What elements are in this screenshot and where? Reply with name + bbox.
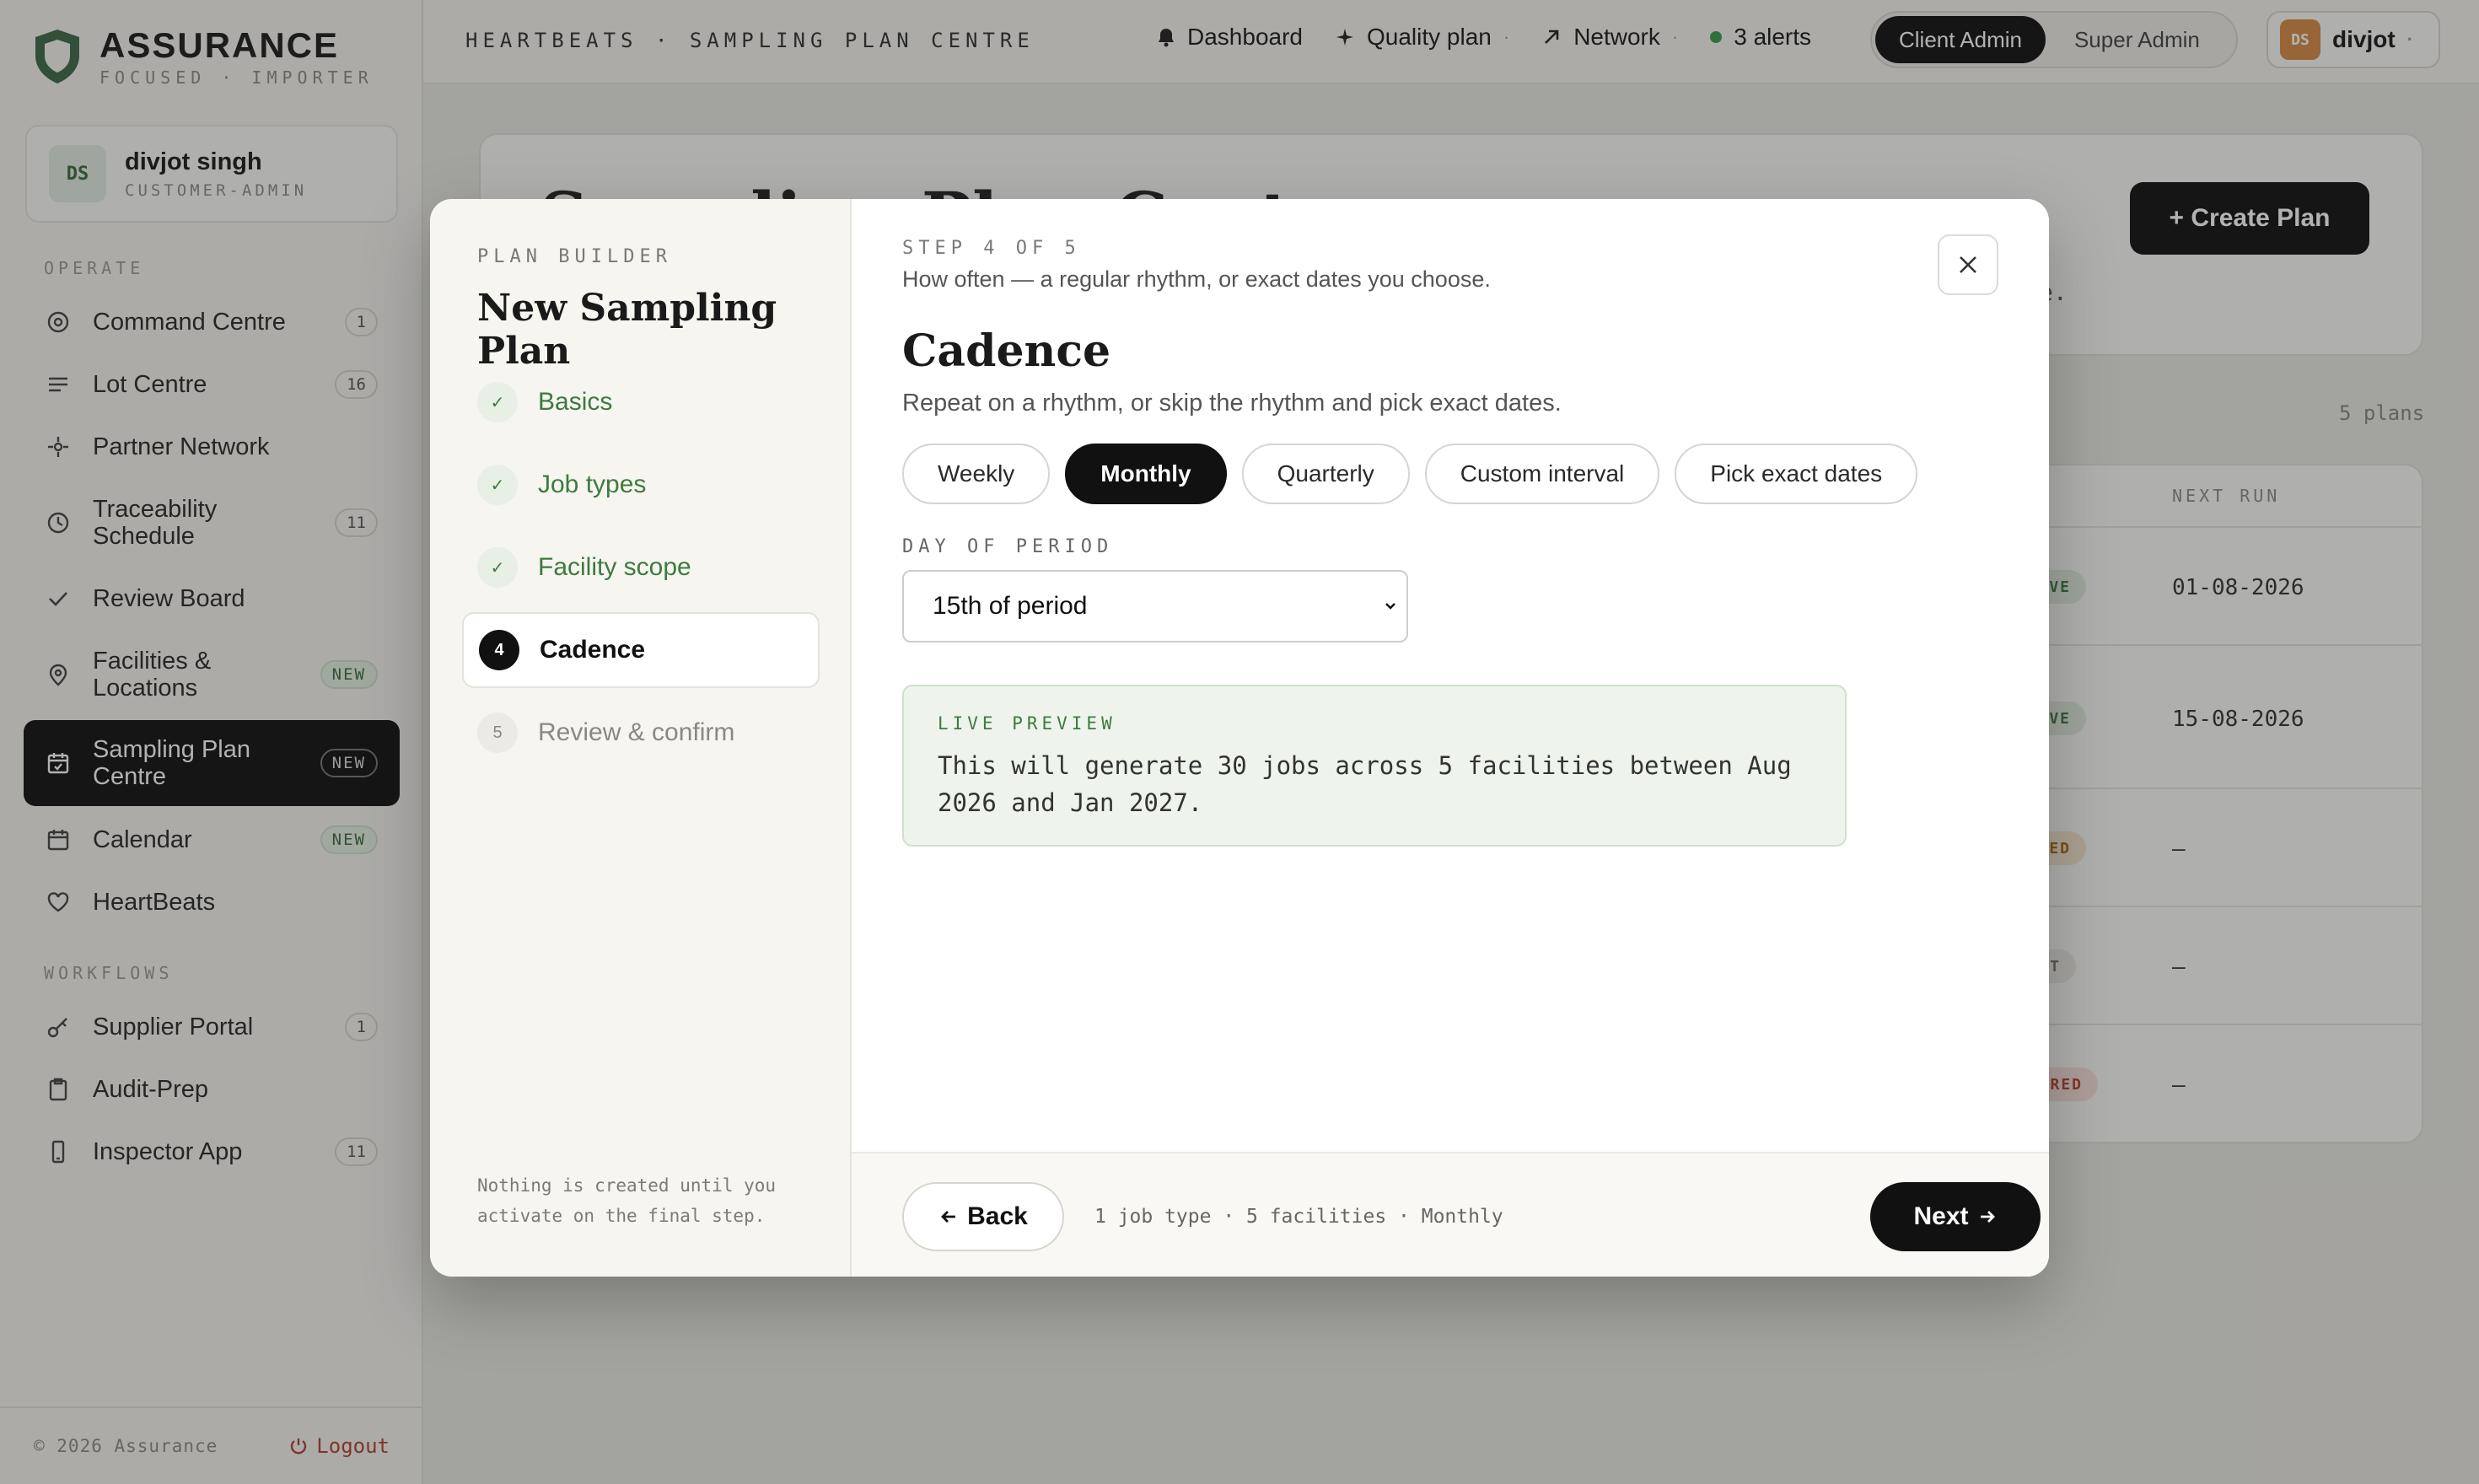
step-facility-scope[interactable]: ✓ Facility scope bbox=[462, 530, 820, 605]
plan-summary: 1 job type · 5 facilities · Monthly bbox=[1094, 1206, 1503, 1228]
arrow-right-icon bbox=[1980, 1211, 1995, 1223]
next-label: Next bbox=[1913, 1202, 1969, 1230]
option-monthly[interactable]: Monthly bbox=[1065, 444, 1227, 504]
next-button[interactable]: Next bbox=[1870, 1182, 2041, 1251]
step-cadence[interactable]: 4 Cadence bbox=[462, 612, 820, 688]
day-of-period-label: DAY OF PERIOD bbox=[902, 536, 1114, 557]
step-job-types[interactable]: ✓ Job types bbox=[462, 447, 820, 523]
step-check-icon: ✓ bbox=[477, 382, 518, 422]
section-description: Repeat on a rhythm, or skip the rhythm a… bbox=[902, 390, 1562, 417]
close-button[interactable] bbox=[1938, 234, 1998, 295]
activation-note: Nothing is created until you activate on… bbox=[477, 1175, 777, 1226]
step-label: Facility scope bbox=[538, 553, 691, 581]
cadence-options: Weekly Monthly Quarterly Custom interval… bbox=[902, 444, 1918, 504]
plan-builder-modal: PLAN BUILDER New Sampling Plan ✓ Basics … bbox=[430, 199, 2049, 1277]
option-quarterly[interactable]: Quarterly bbox=[1241, 444, 1410, 504]
day-of-period-select[interactable]: 15th of period bbox=[902, 570, 1408, 643]
step-eyebrow: STEP 4 OF 5 bbox=[902, 238, 1081, 259]
step-number: 5 bbox=[477, 712, 518, 753]
section-title: Cadence bbox=[902, 325, 1111, 377]
step-basics[interactable]: ✓ Basics bbox=[462, 364, 820, 440]
option-pick-exact-dates[interactable]: Pick exact dates bbox=[1675, 444, 1918, 504]
back-label: Back bbox=[967, 1202, 1028, 1230]
option-weekly[interactable]: Weekly bbox=[902, 444, 1051, 504]
step-label: Job types bbox=[538, 470, 647, 498]
step-content: STEP 4 OF 5 How often — a regular rhythm… bbox=[852, 199, 2049, 1277]
step-number: 4 bbox=[479, 630, 519, 670]
live-preview-label: LIVE PREVIEW bbox=[938, 713, 1116, 734]
step-review-confirm[interactable]: 5 Review & confirm bbox=[462, 695, 820, 771]
step-label: Cadence bbox=[540, 636, 646, 664]
step-subtitle: How often — a regular rhythm, or exact d… bbox=[902, 266, 1491, 292]
plan-builder-eyebrow: PLAN BUILDER bbox=[477, 246, 672, 267]
step-label: Review & confirm bbox=[538, 718, 735, 746]
live-preview: LIVE PREVIEW This will generate 30 jobs … bbox=[902, 685, 1847, 847]
live-preview-text: This will generate 30 jobs across 5 faci… bbox=[938, 751, 1792, 817]
step-check-icon: ✓ bbox=[477, 465, 518, 505]
step-label: Basics bbox=[538, 388, 613, 416]
step-check-icon: ✓ bbox=[477, 547, 518, 588]
chevron-down-icon bbox=[1385, 603, 1395, 610]
arrow-left-icon bbox=[941, 1211, 956, 1223]
back-button[interactable]: Back bbox=[902, 1182, 1064, 1251]
select-value: 15th of period bbox=[933, 592, 1088, 620]
option-custom-interval[interactable]: Custom interval bbox=[1424, 444, 1660, 504]
close-icon bbox=[1960, 256, 1976, 273]
modal-title: New Sampling Plan bbox=[477, 287, 777, 373]
stepper-panel: PLAN BUILDER New Sampling Plan ✓ Basics … bbox=[430, 199, 852, 1277]
modal-footer: Back 1 job type · 5 facilities · Monthly… bbox=[852, 1152, 2049, 1277]
